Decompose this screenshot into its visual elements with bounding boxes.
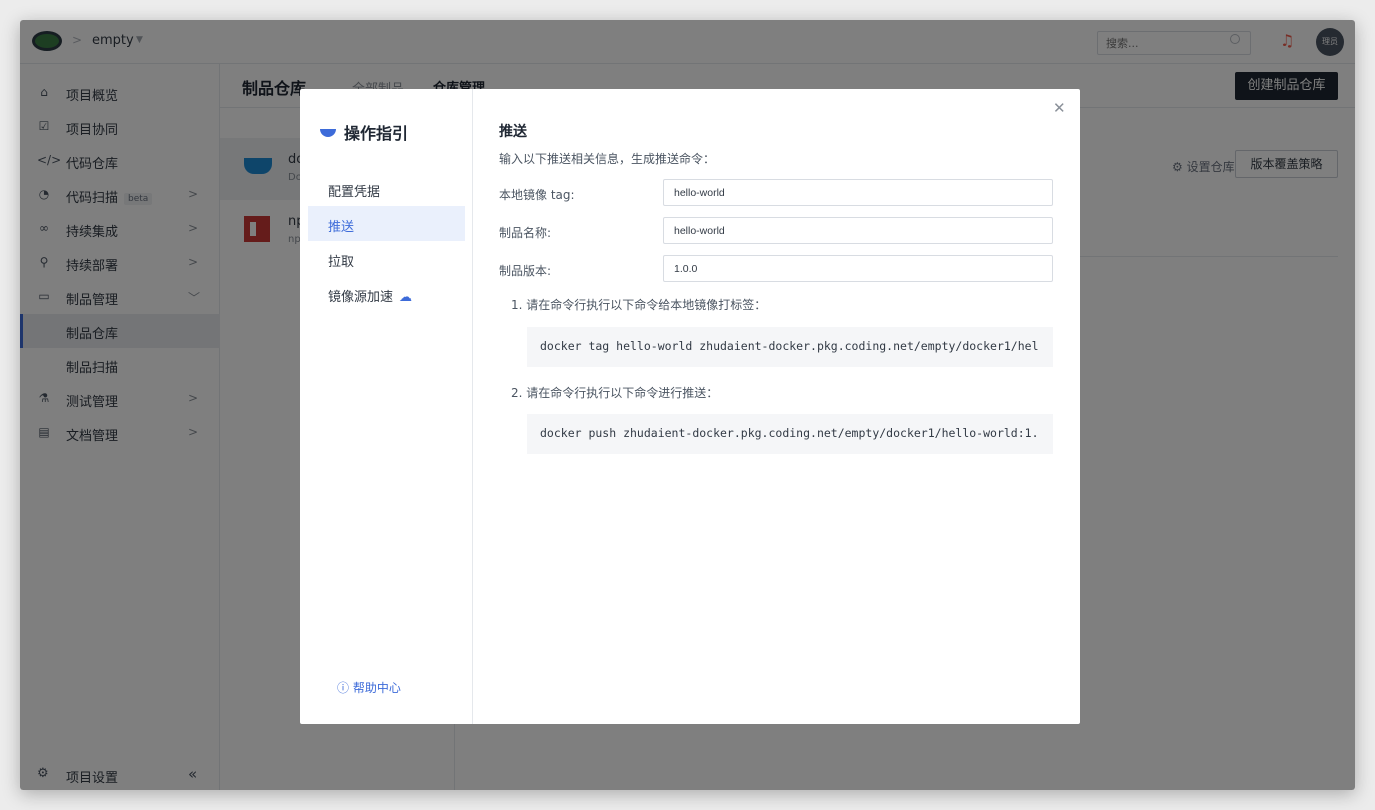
close-icon[interactable]: ✕ (1053, 99, 1066, 117)
artifact-version-label: 制品版本: (499, 264, 552, 278)
artifact-version-input[interactable] (663, 255, 1053, 282)
modal-overlay[interactable]: 操作指引 配置凭据 推送 拉取 镜像源加速 ☁ ⓘ 帮助中心 ✕ 推送 输入以下推… (20, 20, 1355, 790)
push-command-block[interactable]: docker push zhudaient-docker.pkg.coding.… (527, 414, 1053, 454)
guide-nav-pull[interactable]: 拉取 (308, 241, 465, 276)
guide-modal: 操作指引 配置凭据 推送 拉取 镜像源加速 ☁ ⓘ 帮助中心 ✕ 推送 输入以下推… (300, 89, 1080, 724)
local-tag-input[interactable] (663, 179, 1053, 206)
modal-title: 操作指引 (320, 120, 408, 144)
step-2-text: 2. 请在命令行执行以下命令进行推送： (511, 386, 719, 400)
guide-nav-mirror[interactable]: 镜像源加速 ☁ (308, 276, 465, 311)
tag-command-block[interactable]: docker tag hello-world zhudaient-docker.… (527, 327, 1053, 367)
artifact-name-label: 制品名称: (499, 226, 552, 240)
app-window: > empty ▼ ♫ 理员 ⌂ 项目概览 ☑ 项目协同 </> 代码仓库 ◔ … (20, 20, 1355, 790)
help-center-link[interactable]: ⓘ 帮助中心 (337, 679, 401, 696)
guide-nav-credentials[interactable]: 配置凭据 (308, 171, 465, 206)
local-tag-label: 本地镜像 tag: (499, 188, 575, 202)
cloud-icon: ☁ (399, 290, 413, 305)
guide-panel: 推送 输入以下推送相关信息，生成推送命令： 本地镜像 tag: 制品名称: 制品… (499, 89, 1054, 724)
guide-nav-push[interactable]: 推送 (308, 206, 465, 241)
guide-nav: 操作指引 配置凭据 推送 拉取 镜像源加速 ☁ ⓘ 帮助中心 (300, 89, 473, 724)
section-title: 推送 (499, 124, 527, 140)
docker-whale-icon (320, 129, 336, 137)
section-intro: 输入以下推送相关信息，生成推送命令： (499, 152, 716, 166)
step-1-text: 1. 请在命令行执行以下命令给本地镜像打标签： (511, 298, 767, 312)
artifact-name-input[interactable] (663, 217, 1053, 244)
